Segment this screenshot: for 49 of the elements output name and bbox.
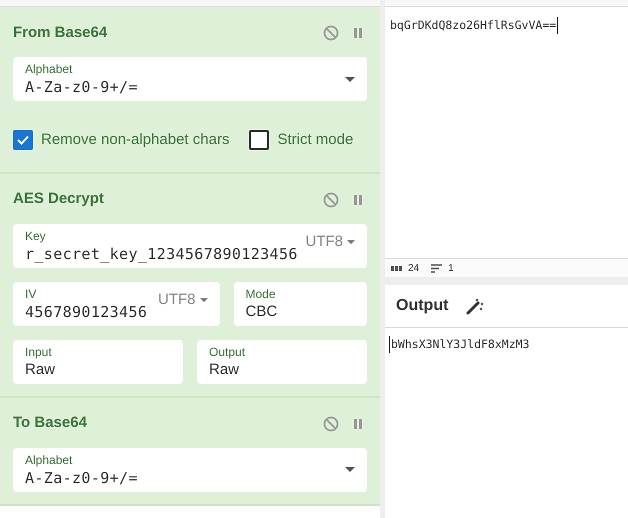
magic-wand-icon[interactable]	[466, 297, 484, 315]
output-text: bWhsX3NlY3JldF8xMzM3	[389, 336, 530, 354]
disable-icon[interactable]	[323, 25, 339, 41]
pause-icon[interactable]	[353, 27, 363, 39]
character-count: 24	[408, 262, 420, 276]
operation-title: From Base64	[13, 22, 108, 43]
field-label: Key	[25, 228, 46, 244]
input-text: bqGrDKdQ8zo26HflRsGvVA==	[390, 17, 558, 34]
field-label: Alphabet	[25, 452, 72, 468]
field-label: Output	[209, 344, 246, 360]
field-value: Raw	[209, 360, 240, 380]
option-field[interactable]: Key r_secret_key_1234567890123456 UTF8	[13, 224, 367, 268]
characters-icon	[391, 266, 402, 270]
caret-icon	[345, 467, 355, 473]
operation-title: To Base64	[13, 413, 88, 434]
field-value: CBC	[246, 302, 278, 322]
field-value: Raw	[25, 360, 56, 380]
caret-icon	[347, 240, 355, 244]
pause-icon[interactable]	[353, 418, 363, 430]
option-field[interactable]: Alphabet A-Za-z0-9+/=	[13, 448, 367, 492]
encoding-dropdown[interactable]: UTF8	[158, 288, 208, 312]
field-label: IV	[25, 286, 36, 302]
checkbox[interactable]	[249, 130, 270, 150]
field-label: Mode	[246, 286, 276, 302]
caret-icon	[345, 76, 355, 82]
option-field[interactable]: Input Raw	[13, 340, 183, 384]
field-label: Alphabet	[25, 62, 72, 77]
checkbox[interactable]	[13, 130, 33, 150]
disable-icon[interactable]	[323, 416, 339, 432]
output-title: Output	[396, 296, 448, 316]
option-field[interactable]: Output Raw	[197, 340, 367, 384]
field-label: Input	[25, 344, 52, 360]
input-area[interactable]: bqGrDKdQ8zo26HflRsGvVA==	[385, 7, 628, 258]
caret-icon	[200, 298, 208, 302]
disable-icon[interactable]	[323, 192, 339, 208]
encoding-dropdown[interactable]: UTF8	[306, 230, 355, 254]
pause-icon[interactable]	[353, 194, 363, 206]
field-value: A-Za-z0-9+/=	[25, 468, 138, 488]
field-value: 4567890123456	[25, 302, 148, 322]
checkbox-label: Strict mode	[277, 130, 354, 150]
check-icon	[16, 133, 30, 148]
checkbox-label: Remove non-alphabet chars	[41, 130, 230, 150]
field-value: A-Za-z0-9+/=	[25, 77, 138, 97]
option-field[interactable]: Alphabet A-Za-z0-9+/=	[13, 57, 367, 101]
option-field[interactable]: Mode CBC	[234, 282, 367, 326]
lines-icon	[431, 264, 442, 272]
field-value: r_secret_key_1234567890123456	[25, 244, 298, 264]
line-count: 1	[448, 262, 454, 276]
operation-title: AES Decrypt	[13, 189, 105, 210]
